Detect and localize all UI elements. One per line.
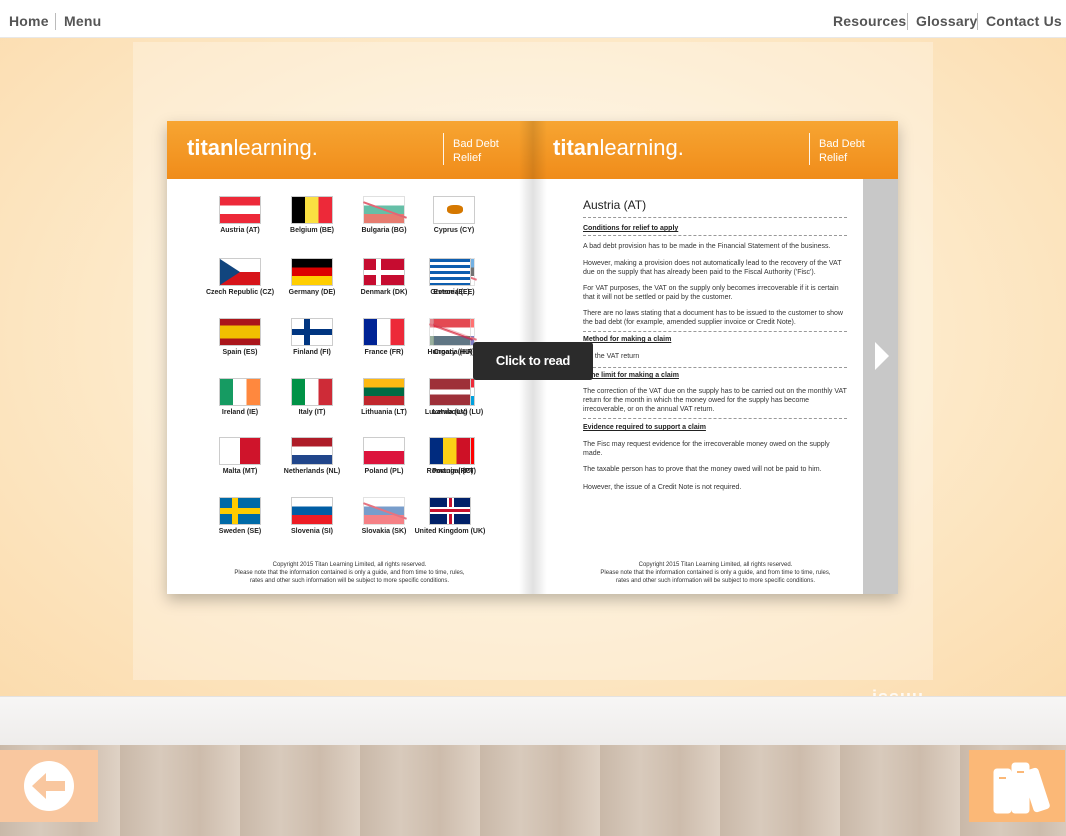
next-page-arrow-icon[interactable] — [875, 342, 889, 370]
paragraph: However, the issue of a Credit Note is n… — [583, 484, 742, 491]
nav-separator — [55, 13, 56, 30]
nav-separator — [907, 13, 908, 30]
flag-ireland-icon — [219, 378, 261, 406]
flag-greece-icon — [429, 258, 471, 286]
nav-separator — [977, 13, 978, 30]
nav-contact-link[interactable]: Contact Us — [986, 13, 1062, 29]
divider — [583, 217, 847, 218]
next-page-edge[interactable] — [863, 179, 898, 594]
paragraph: However, making a provision does not aut… — [583, 260, 842, 276]
flag-label: Bulgaria (BG) — [361, 227, 407, 234]
flag-label: Finland (FI) — [293, 349, 331, 356]
header-divider — [809, 133, 810, 165]
flag-hungary-icon — [429, 318, 473, 346]
flag-poland-icon — [363, 437, 405, 465]
flag-sweden-icon — [219, 497, 261, 525]
paragraph: Via the VAT return — [583, 353, 640, 360]
flag-spain-icon — [219, 318, 261, 346]
flag-italy-icon — [291, 378, 333, 406]
header-topic: Bad Debt Relief — [819, 138, 865, 164]
flag-netherlands-icon — [291, 437, 333, 465]
flag-label: Malta (MT) — [222, 468, 258, 475]
top-nav: Home Menu Resources Glossary Contact Us — [0, 0, 1066, 38]
shelf — [0, 696, 1066, 746]
flag-label: Spain (ES) — [222, 349, 258, 356]
flag-germany-icon — [291, 258, 333, 286]
library-button[interactable] — [969, 750, 1065, 822]
flag-austria-icon — [219, 196, 261, 224]
back-button[interactable] — [0, 750, 98, 822]
flag-label: Romania (RO) — [426, 468, 474, 475]
divider — [583, 235, 847, 236]
page-header: titanlearning. Bad Debt Relief — [167, 121, 533, 179]
divider — [583, 367, 847, 368]
nav-home-link[interactable]: Home — [9, 13, 49, 29]
paragraph: There are no laws stating that a documen… — [583, 310, 843, 326]
paragraph: The correction of the VAT due on the sup… — [583, 388, 847, 413]
flag-uk-icon — [429, 497, 471, 525]
nav-glossary-link[interactable]: Glossary — [916, 13, 978, 29]
flag-label: Germany (DE) — [288, 289, 336, 296]
titan-learning-logo: titanlearning. — [187, 135, 318, 160]
section-heading: Time limit for making a claim — [583, 372, 679, 379]
flag-label: United Kingdom (UK) — [414, 528, 486, 535]
flag-slovakia-icon — [363, 497, 407, 525]
flag-czech-icon — [219, 258, 261, 286]
flag-label: Greece (EL) — [430, 289, 470, 296]
header-divider — [443, 133, 444, 165]
flag-label: Slovenia (SI) — [290, 528, 333, 535]
divider — [583, 418, 847, 419]
flag-denmark-icon — [363, 258, 405, 286]
paragraph: For VAT purposes, the VAT on the supply … — [583, 285, 839, 301]
header-topic: Bad Debt Relief — [453, 138, 499, 164]
flag-lithuania-icon — [363, 378, 405, 406]
flag-label: Latvia (LV) — [432, 409, 468, 416]
flag-france-icon — [363, 318, 405, 346]
flag-label: Sweden (SE) — [218, 528, 262, 535]
flag-finland-icon — [291, 318, 333, 346]
flag-label: Italy (IT) — [298, 409, 326, 416]
paragraph: A bad debt provision has to be made in t… — [583, 243, 831, 250]
books-icon — [993, 762, 1050, 814]
flag-label: Austria (AT) — [220, 227, 260, 234]
titan-learning-logo: titanlearning. — [553, 135, 684, 160]
copyright-notice: Copyright 2015 Titan Learning Limited, a… — [234, 562, 465, 584]
section-heading: Conditions for relief to apply — [583, 225, 679, 232]
divider — [583, 331, 847, 332]
paragraph: The Fisc may request evidence for the ir… — [583, 441, 830, 457]
flag-romania-icon — [429, 437, 471, 465]
click-to-read-button[interactable]: Click to read — [473, 342, 593, 380]
section-heading: Evidence required to support a claim — [583, 424, 706, 431]
nav-menu-link[interactable]: Menu — [64, 13, 101, 29]
flag-cyprus-icon — [433, 196, 475, 224]
flag-label: Netherlands (NL) — [283, 468, 341, 475]
flag-latvia-icon — [429, 378, 471, 406]
flag-label: Belgium (BE) — [290, 227, 334, 234]
paragraph: The taxable person has to prove that the… — [583, 466, 822, 473]
flag-bulgaria-icon — [363, 196, 407, 224]
flag-label: Czech Republic (CZ) — [205, 289, 275, 296]
wood-floor — [0, 745, 1066, 836]
flag-belgium-icon — [291, 196, 333, 224]
section-heading: Method for making a claim — [583, 336, 672, 343]
country-title: Austria (AT) — [583, 198, 647, 212]
flag-label: Cyprus (CY) — [433, 227, 475, 234]
back-arrow-icon — [24, 761, 74, 811]
nav-resources-link[interactable]: Resources — [833, 13, 906, 29]
page-header: titanlearning. Bad Debt Relief — [533, 121, 898, 179]
flag-malta-icon — [219, 437, 261, 465]
flag-slovenia-icon — [291, 497, 333, 525]
flag-label: Ireland (IE) — [221, 409, 259, 416]
copyright-notice: Copyright 2015 Titan Learning Limited, a… — [600, 562, 831, 584]
